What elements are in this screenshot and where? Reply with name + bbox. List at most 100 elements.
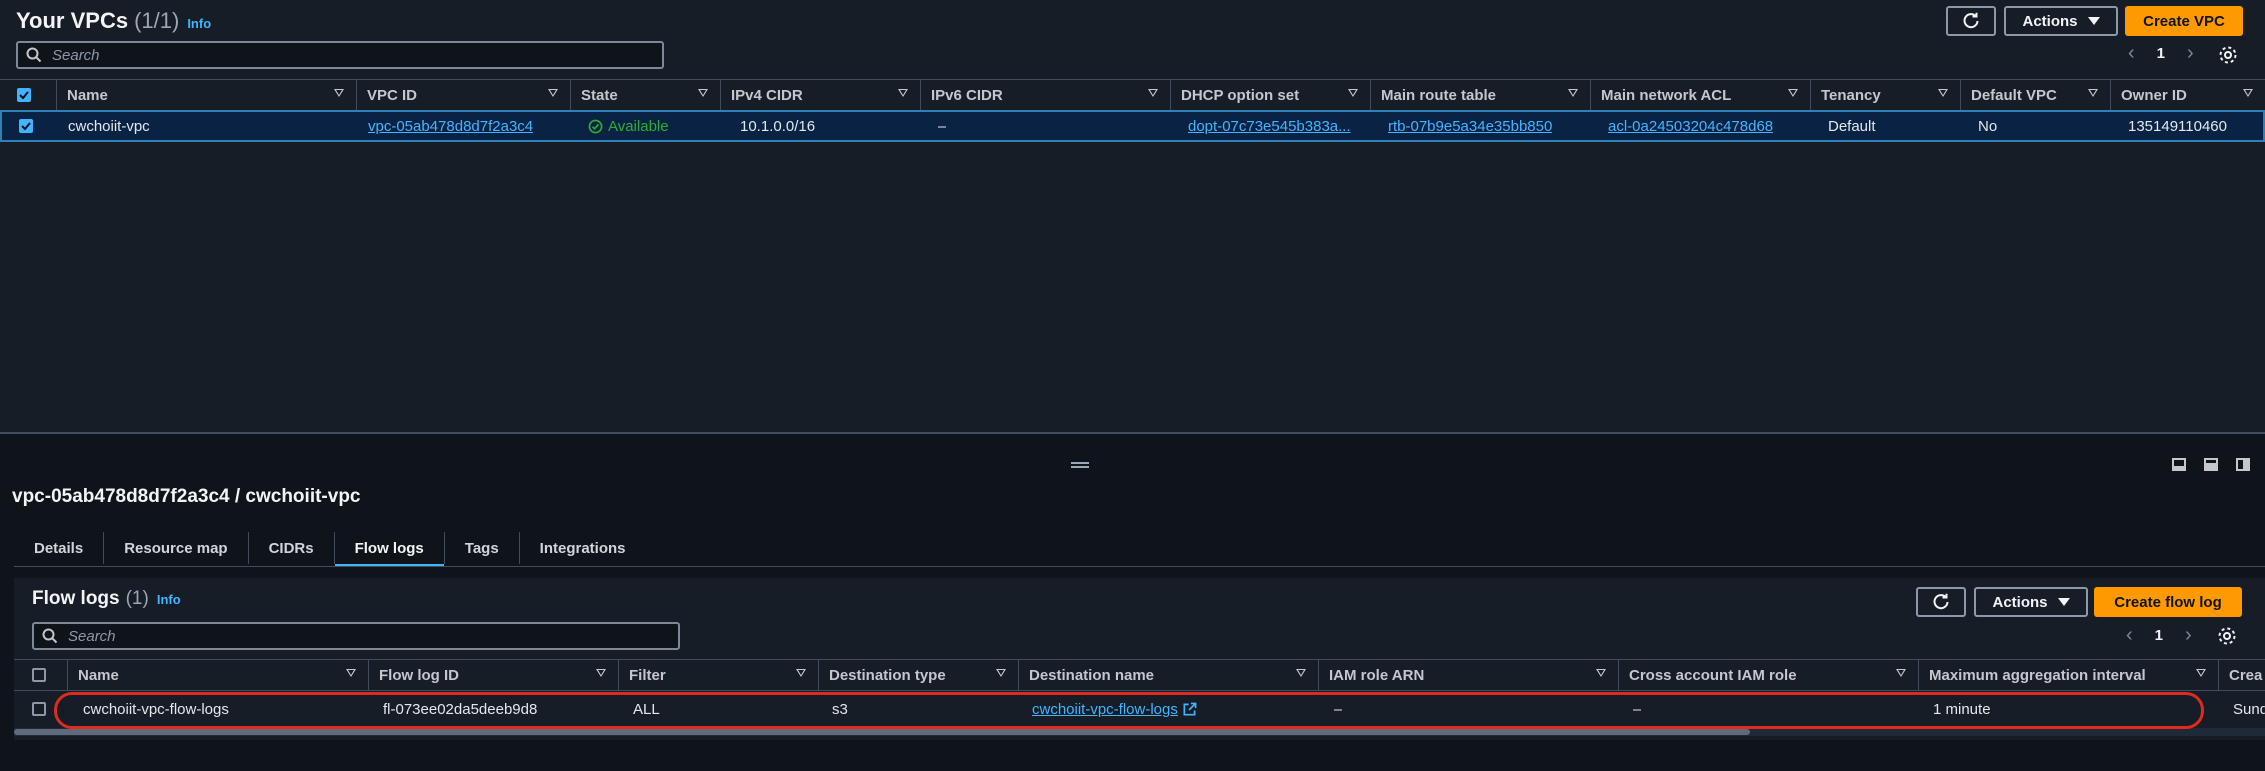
column-header-ipv6[interactable]: IPv6 CIDR: [920, 80, 1170, 110]
flow-log-destination-type: s3: [832, 701, 848, 718]
vpcs-search[interactable]: [16, 41, 664, 69]
column-header-state[interactable]: State: [570, 80, 720, 110]
panel-bottom-minimize-icon[interactable]: [2172, 458, 2186, 471]
network-acl-link[interactable]: acl-0a24503204c478d68: [1608, 118, 1773, 135]
chevron-right-icon[interactable]: ›: [2187, 42, 2194, 65]
vpcs-actions-button[interactable]: Actions: [2004, 6, 2118, 36]
panel-layout-controls: [2172, 458, 2250, 471]
column-header-cross-account[interactable]: Cross account IAM role: [1618, 660, 1918, 690]
vpcs-panel: Your VPCs (1/1) Info Actions Create VPC …: [0, 0, 2265, 432]
create-vpc-button[interactable]: Create VPC: [2125, 6, 2243, 36]
column-header-network-acl[interactable]: Main network ACL: [1590, 80, 1810, 110]
vpcs-settings-button[interactable]: [2218, 45, 2238, 70]
vpcs-page-number[interactable]: 1: [2157, 45, 2165, 62]
flow-log-filter: ALL: [633, 701, 660, 718]
vpcs-refresh-button[interactable]: [1946, 6, 1996, 36]
column-header-flow-log-id[interactable]: Flow log ID: [368, 660, 618, 690]
flow-log-cross-account: –: [1633, 701, 1642, 718]
column-header-aggregation-interval[interactable]: Maximum aggregation interval: [1918, 660, 2218, 690]
tabs-divider: [14, 566, 2265, 567]
flow-log-row[interactable]: cwchoiit-vpc-flow-logs fl-073ee02da5deeb…: [14, 692, 2265, 726]
flow-log-interval: 1 minute: [1933, 701, 1991, 718]
vpc-default: No: [1978, 118, 1998, 135]
flowlogs-actions-button[interactable]: Actions: [1974, 587, 2088, 617]
column-header-vpc-id[interactable]: VPC ID: [356, 80, 570, 110]
flowlogs-search[interactable]: [32, 622, 680, 650]
column-header-created[interactable]: Crea: [2218, 660, 2265, 690]
select-all-checkbox[interactable]: [32, 668, 46, 682]
vpc-name: cwchoiit-vpc: [68, 118, 150, 135]
gear-icon: [2219, 46, 2237, 64]
create-flow-log-button[interactable]: Create flow log: [2094, 587, 2242, 617]
check-icon: [19, 91, 29, 100]
flow-log-destination[interactable]: cwchoiit-vpc-flow-logs: [1032, 701, 1197, 718]
column-header-filter[interactable]: Filter: [618, 660, 818, 690]
select-all-checkbox[interactable]: [17, 88, 31, 102]
refresh-icon: [1933, 593, 1949, 610]
column-header-route-table[interactable]: Main route table: [1370, 80, 1590, 110]
column-header-iam-role[interactable]: IAM role ARN: [1318, 660, 1618, 690]
tab-details[interactable]: Details: [14, 532, 105, 564]
flowlogs-page-number[interactable]: 1: [2155, 627, 2163, 644]
flowlogs-refresh-button[interactable]: [1916, 587, 1966, 617]
column-header-default-vpc[interactable]: Default VPC: [1960, 80, 2110, 110]
flowlogs-info-link[interactable]: Info: [157, 592, 181, 607]
flow-log-id: fl-073ee02da5deeb9d8: [383, 701, 538, 718]
vpc-detail-title: vpc-05ab478d8d7f2a3c4 / cwchoiit-vpc: [12, 486, 361, 507]
external-link-icon: [1183, 702, 1197, 716]
flow-log-name: cwchoiit-vpc-flow-logs: [83, 701, 229, 718]
panel-side-icon[interactable]: [2236, 458, 2250, 471]
column-header-tenancy[interactable]: Tenancy: [1810, 80, 1960, 110]
flowlogs-count: (1): [125, 588, 149, 609]
vpc-owner-id: 135149110460: [2128, 118, 2227, 135]
row-checkbox[interactable]: [32, 702, 46, 716]
column-header-name[interactable]: Name: [67, 660, 368, 690]
vpcs-header: Your VPCs (1/1) Info: [16, 8, 211, 34]
flow-logs-container: Flow logs (1) Info Actions Create flow l…: [14, 578, 2265, 740]
column-header-owner[interactable]: Owner ID: [2110, 80, 2265, 110]
row-checkbox[interactable]: [19, 119, 33, 133]
gear-icon: [2218, 627, 2236, 645]
vpcs-info-link[interactable]: Info: [187, 16, 211, 31]
column-header-destination-type[interactable]: Destination type: [818, 660, 1018, 690]
vpc-state-label: Available: [608, 118, 669, 135]
horizontal-scrollbar-thumb[interactable]: [14, 729, 1750, 735]
chevron-left-icon[interactable]: ‹: [2128, 42, 2135, 65]
tab-resource-map[interactable]: Resource map: [104, 532, 249, 564]
flowlogs-pagination: ‹ 1 ›: [2126, 624, 2192, 647]
vpc-table-row[interactable]: cwchoiit-vpc vpc-05ab478d8d7f2a3c4 Avail…: [0, 110, 2265, 142]
panel-bottom-icon[interactable]: [2204, 458, 2218, 471]
tab-flow-logs[interactable]: Flow logs: [334, 532, 445, 567]
check-icon: [21, 122, 31, 131]
flowlogs-title: Flow logs: [32, 588, 120, 609]
vpc-state: Available: [588, 118, 669, 135]
flow-log-destination-link[interactable]: cwchoiit-vpc-flow-logs: [1032, 701, 1178, 718]
chevron-right-icon[interactable]: ›: [2185, 624, 2192, 647]
tab-integrations[interactable]: Integrations: [520, 532, 646, 564]
vpc-tenancy: Default: [1828, 118, 1876, 135]
column-header-dhcp[interactable]: DHCP option set: [1170, 80, 1370, 110]
chevron-left-icon[interactable]: ‹: [2126, 624, 2133, 647]
flowlogs-table-header: Name Flow log ID Filter Destination type…: [14, 659, 2265, 691]
tab-tags[interactable]: Tags: [445, 532, 520, 564]
resize-handle-icon[interactable]: [1071, 462, 1089, 468]
vpcs-search-input[interactable]: [52, 46, 625, 64]
flowlogs-header: Flow logs (1) Info: [32, 588, 181, 610]
status-success-icon: [588, 119, 603, 134]
column-header-ipv4[interactable]: IPv4 CIDR: [720, 80, 920, 110]
search-icon: [42, 628, 58, 644]
tab-cidrs[interactable]: CIDRs: [249, 532, 335, 564]
vpcs-count: (1/1): [134, 8, 180, 33]
caret-down-icon: [2087, 17, 2100, 25]
vpc-id-link[interactable]: vpc-05ab478d8d7f2a3c4: [368, 118, 533, 135]
flowlogs-search-input[interactable]: [68, 627, 641, 645]
search-icon: [26, 47, 42, 63]
dhcp-option-link[interactable]: dopt-07c73e545b383a...: [1188, 118, 1358, 135]
split-panel-divider: [0, 432, 2265, 448]
flowlogs-settings-button[interactable]: [2217, 626, 2237, 651]
vpcs-title: Your VPCs: [16, 8, 129, 33]
flow-log-iam-role: –: [1334, 701, 1343, 718]
column-header-destination-name[interactable]: Destination name: [1018, 660, 1318, 690]
route-table-link[interactable]: rtb-07b9e5a34e35bb850: [1388, 118, 1552, 135]
column-header-name[interactable]: Name: [56, 80, 356, 110]
